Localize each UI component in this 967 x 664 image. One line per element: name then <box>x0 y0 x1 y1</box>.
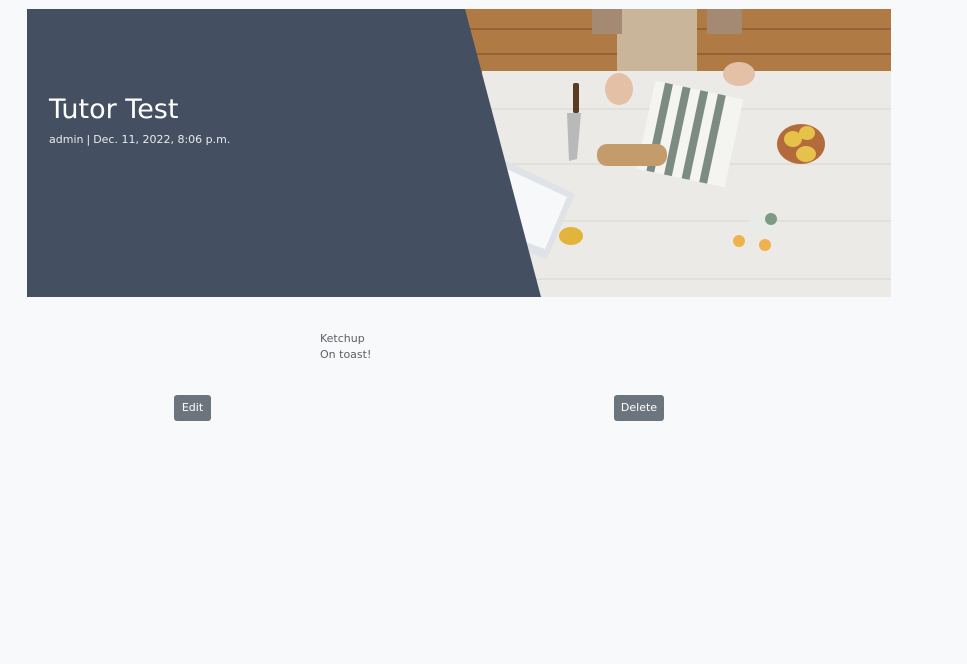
hero-title-panel <box>27 9 541 297</box>
post-title: Tutor Test <box>49 94 179 125</box>
content-line: Ketchup <box>320 332 365 345</box>
post-hero-banner: Tutor Test admin | Dec. 11, 2022, 8:06 p.m… <box>27 9 891 297</box>
post-meta: admin | Dec. 11, 2022, 8:06 p.m. <box>49 133 230 147</box>
edit-button[interactable]: Edit <box>174 395 211 421</box>
post-date: Dec. 11, 2022, 8:06 p.m. <box>93 133 231 146</box>
post-content: Ketchup On toast! <box>320 331 371 363</box>
content-line: On toast! <box>320 348 372 361</box>
delete-button[interactable]: Delete <box>614 395 664 421</box>
post-author: admin <box>49 133 84 146</box>
meta-separator: | <box>86 133 91 146</box>
